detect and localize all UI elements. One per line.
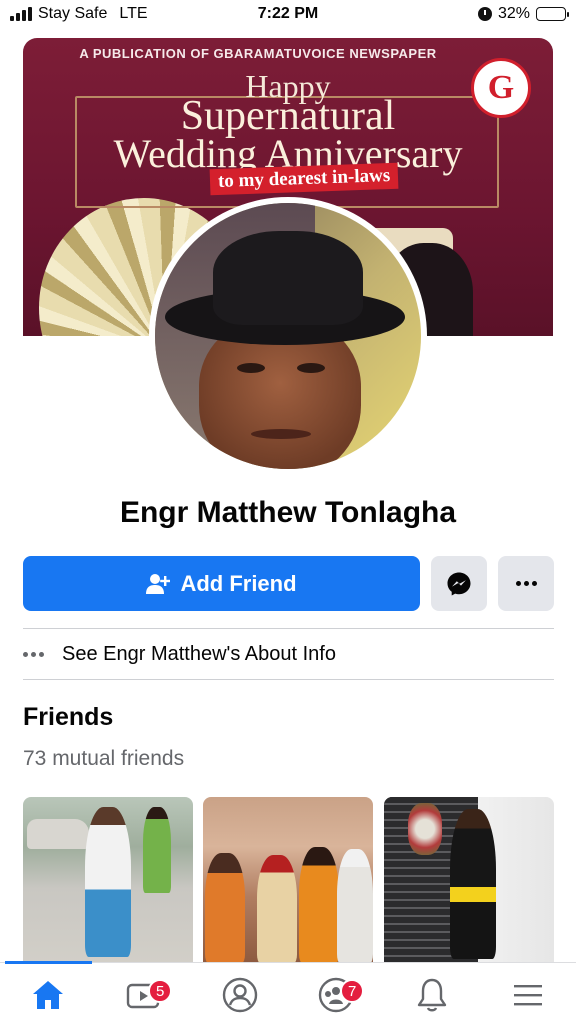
friend-figure	[450, 809, 496, 959]
friend-thumbnail[interactable]	[23, 797, 193, 963]
profile-name: Engr Matthew Tonlagha	[119, 496, 457, 529]
nav-notifications[interactable]	[402, 973, 462, 1017]
more-options-button[interactable]	[498, 556, 554, 611]
friend-figure	[85, 807, 131, 957]
menu-icon	[514, 985, 542, 1006]
friends-section-title: Friends	[23, 703, 114, 731]
friend-thumbnail[interactable]	[384, 797, 554, 963]
nav-groups[interactable]: 7	[306, 973, 366, 1017]
friend-figure	[299, 847, 339, 963]
friend-figure	[143, 807, 171, 893]
divider	[23, 679, 554, 680]
avatar-eye-left	[237, 363, 265, 373]
friend-figure	[205, 853, 245, 963]
avatar	[155, 203, 421, 469]
avatar-mouth	[251, 429, 311, 439]
thumb-car-graphic	[27, 819, 89, 849]
active-tab-indicator	[5, 961, 92, 964]
nav-home[interactable]	[18, 973, 78, 1017]
battery-percent: 32%	[497, 5, 530, 22]
alarm-clock-icon	[477, 7, 492, 21]
about-info-label: See Engr Matthew's About Info	[62, 642, 336, 665]
profile-picture[interactable]	[149, 197, 427, 475]
status-bar: Stay Safe LTE 7:22 PM 32%	[0, 0, 576, 30]
home-icon	[33, 981, 63, 1009]
friend-figure	[257, 855, 297, 963]
groups-badge: 7	[340, 979, 365, 1003]
add-friend-icon	[146, 573, 171, 594]
avatar-hat-crown	[213, 231, 363, 325]
divider	[23, 628, 554, 629]
watch-badge: 5	[148, 979, 173, 1003]
cover-publication-line: A PUBLICATION OF GBARAMATUVOICE NEWSPAPE…	[79, 46, 437, 61]
mutual-friends-count[interactable]: 73 mutual friends	[23, 747, 184, 771]
thumb-flowers-graphic	[408, 803, 442, 855]
battery-icon	[536, 7, 569, 21]
nav-profile[interactable]	[210, 973, 270, 1017]
friend-thumbnail[interactable]	[203, 797, 373, 963]
nav-menu[interactable]	[498, 973, 558, 1017]
profile-icon	[222, 977, 258, 1013]
more-dots-icon	[515, 581, 537, 586]
message-button[interactable]	[431, 556, 487, 611]
notifications-bell-icon	[417, 978, 447, 1012]
status-right: 32%	[477, 5, 569, 23]
about-dots-icon	[23, 651, 44, 657]
add-friend-button[interactable]: Add Friend	[23, 556, 420, 611]
about-info-link[interactable]: See Engr Matthew's About Info	[23, 636, 554, 672]
friend-figure	[337, 849, 373, 963]
messenger-icon	[447, 572, 471, 595]
avatar-eye-right	[297, 363, 325, 373]
add-friend-label: Add Friend	[180, 570, 297, 596]
nav-watch[interactable]: 5	[114, 973, 174, 1017]
bottom-navigation: 5 7	[0, 961, 576, 1024]
